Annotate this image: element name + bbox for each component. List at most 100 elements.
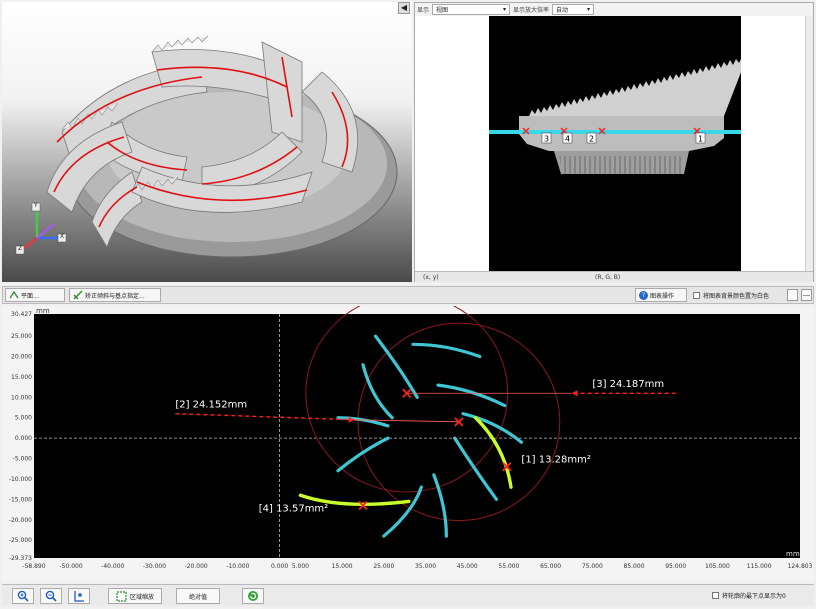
y-tick-label: 15.000 <box>11 374 32 381</box>
absolute-value-button[interactable]: 绝对值 <box>176 588 220 604</box>
profile-status-bar: (x, y) (R, G, B) <box>415 271 813 282</box>
region-zoom-icon <box>116 590 127 602</box>
layout-split-icon[interactable] <box>801 289 812 301</box>
help-icon: ? <box>639 290 648 300</box>
x-tick-label: 15.000 <box>332 563 353 570</box>
measurement-annotation: [1] 13.28mm² <box>521 455 590 466</box>
x-axis-label: mm <box>786 550 800 558</box>
scale-label: 显示放大倍率 <box>513 7 550 14</box>
measurement-annotation: [2] 24.152mm <box>175 400 247 411</box>
y-tick-label: 30.427 <box>11 311 32 318</box>
chart-operation-button[interactable]: ? 图表操作 <box>635 288 687 302</box>
show-bottom-zero-option[interactable]: 将轮廓的最下点显示为0 <box>712 591 786 600</box>
y-tick-label: -20.000 <box>9 517 32 524</box>
x-tick-label: -20.000 <box>185 563 208 570</box>
x-tick-label: -40.000 <box>101 563 124 570</box>
axis-fit-button[interactable] <box>68 588 90 604</box>
y-tick-label: 10.000 <box>11 394 32 401</box>
x-tick-label: -10.000 <box>226 563 249 570</box>
axis-gizmo <box>15 202 67 255</box>
measurement-annotation: [3] 24.187mm <box>592 379 664 390</box>
zoom-out-button[interactable] <box>40 588 62 604</box>
impeller-3d-model <box>15 35 398 258</box>
x-tick-label: 35.000 <box>415 563 436 570</box>
zoom-in-button[interactable] <box>12 588 34 604</box>
tilt-correction-button[interactable]: 矫正倾斜与基点指定... <box>69 288 161 302</box>
show-bottom-zero-label: 将轮廓的最下点显示为0 <box>722 593 786 600</box>
bg-white-checkbox[interactable] <box>693 292 700 299</box>
collapse-arrow-icon[interactable]: ◀ <box>398 2 410 14</box>
vertical-scrollbar[interactable] <box>805 16 813 271</box>
plot-background <box>34 314 800 558</box>
chevron-down-icon: ▾ <box>503 6 507 13</box>
marker-4: 4 <box>565 135 570 144</box>
scale-select[interactable]: 自动 ▾ <box>552 4 595 15</box>
x-tick-label: 115.000 <box>747 563 772 570</box>
bg-white-option[interactable]: 将图表背景颜色置为白色 <box>693 291 769 300</box>
absolute-value-label: 绝对值 <box>188 593 207 601</box>
zoom-in-icon <box>17 590 29 602</box>
x-tick-label: 5.000 <box>292 563 309 570</box>
x-tick-label: 75.000 <box>582 563 603 570</box>
x-tick-label: -30.000 <box>143 563 166 570</box>
x-tick-label: 85.000 <box>624 563 645 570</box>
impeller-profile-image: 3 4 2 1 <box>489 57 745 174</box>
tilt-correction-icon <box>73 290 83 300</box>
y-axis-label: mm <box>36 307 50 315</box>
y-tick-label: 0.000 <box>15 435 32 442</box>
x-tick-label: -58.890 <box>22 563 45 570</box>
y-tick-label: -15.000 <box>9 496 32 503</box>
plane-icon <box>9 290 19 300</box>
x-tick-label: 95.000 <box>665 563 686 570</box>
y-tick-label: 5.000 <box>15 415 32 422</box>
y-tick-label: -5.000 <box>13 456 33 463</box>
y-tick-label: 25.000 <box>11 333 32 340</box>
marker-2: 2 <box>589 135 594 144</box>
region-zoom-button[interactable]: 区域缩放 <box>108 588 162 604</box>
refresh-button[interactable] <box>242 588 264 604</box>
display-select[interactable]: 视图 ▾ <box>432 4 511 15</box>
chart-operation-label: 图表操作 <box>650 292 675 300</box>
y-tick-label: 20.000 <box>11 354 32 361</box>
x-tick-label: 0.000 <box>271 563 288 570</box>
layout-single-icon[interactable] <box>787 289 798 301</box>
profile-view[interactable]: 显示 视图 ▾ 显示放大倍率 自动 ▾ 3 4 2 1 (x, y) (R, G… <box>414 2 814 282</box>
marker-3: 3 <box>544 135 549 144</box>
measurement-annotation: [4] 13.57mm² <box>259 504 328 515</box>
axis-label-y: Y <box>34 202 38 209</box>
scale-value: 自动 <box>556 7 569 14</box>
chevron-down-icon: ▾ <box>587 6 591 13</box>
show-bottom-zero-checkbox[interactable] <box>712 592 719 599</box>
x-tick-label: 65.000 <box>540 563 561 570</box>
display-label: 显示 <box>417 7 430 14</box>
status-coordinates: (x, y) <box>423 274 439 281</box>
bg-white-label: 将图表背景颜色置为白色 <box>703 293 770 300</box>
chart-toolbar: 平面... 矫正倾斜与基点指定... ? 图表操作 将图表背景颜色置为白色 <box>2 286 814 304</box>
axis-label-x: X <box>60 233 65 240</box>
zoom-out-icon <box>45 590 57 602</box>
plane-button[interactable]: 平面... <box>5 288 65 302</box>
chart-svg: -58.890 -50.000 -40.000 -30.000 -20.000 -10.0… <box>9 306 813 570</box>
y-tick-label: -29.373 <box>9 555 32 562</box>
profile-image-canvas[interactable]: 3 4 2 1 <box>489 16 745 271</box>
tilt-correction-label: 矫正倾斜与基点指定... <box>85 292 145 300</box>
y-tick-label: -10.000 <box>9 476 32 483</box>
x-tick-label: 124.803 <box>788 563 813 570</box>
axis-fit-icon <box>74 591 84 602</box>
marker-1: 1 <box>698 135 703 144</box>
profile-view-toolbar: 显示 视图 ▾ 显示放大倍率 自动 ▾ <box>415 3 813 16</box>
x-tick-label: 25.000 <box>373 563 394 570</box>
display-value: 视图 <box>436 7 449 14</box>
x-tick-label: 105.000 <box>705 563 730 570</box>
region-zoom-label: 区域缩放 <box>129 593 154 601</box>
refresh-icon <box>248 591 258 601</box>
profile-chart[interactable]: -58.890 -50.000 -40.000 -30.000 -20.000 -10.0… <box>2 306 814 582</box>
y-tick-label: -25.000 <box>9 537 32 544</box>
status-rgb: (R, G, B) <box>595 274 621 281</box>
axis-label-z: Z <box>18 245 23 252</box>
x-tick-label: 55.000 <box>498 563 519 570</box>
3d-viewport[interactable]: Y X Z <box>2 2 412 282</box>
plane-button-label: 平面... <box>21 292 39 300</box>
chart-tool-row: 区域缩放 绝对值 将轮廓的最下点显示为0 <box>2 584 814 606</box>
x-tick-label: -50.000 <box>59 563 82 570</box>
